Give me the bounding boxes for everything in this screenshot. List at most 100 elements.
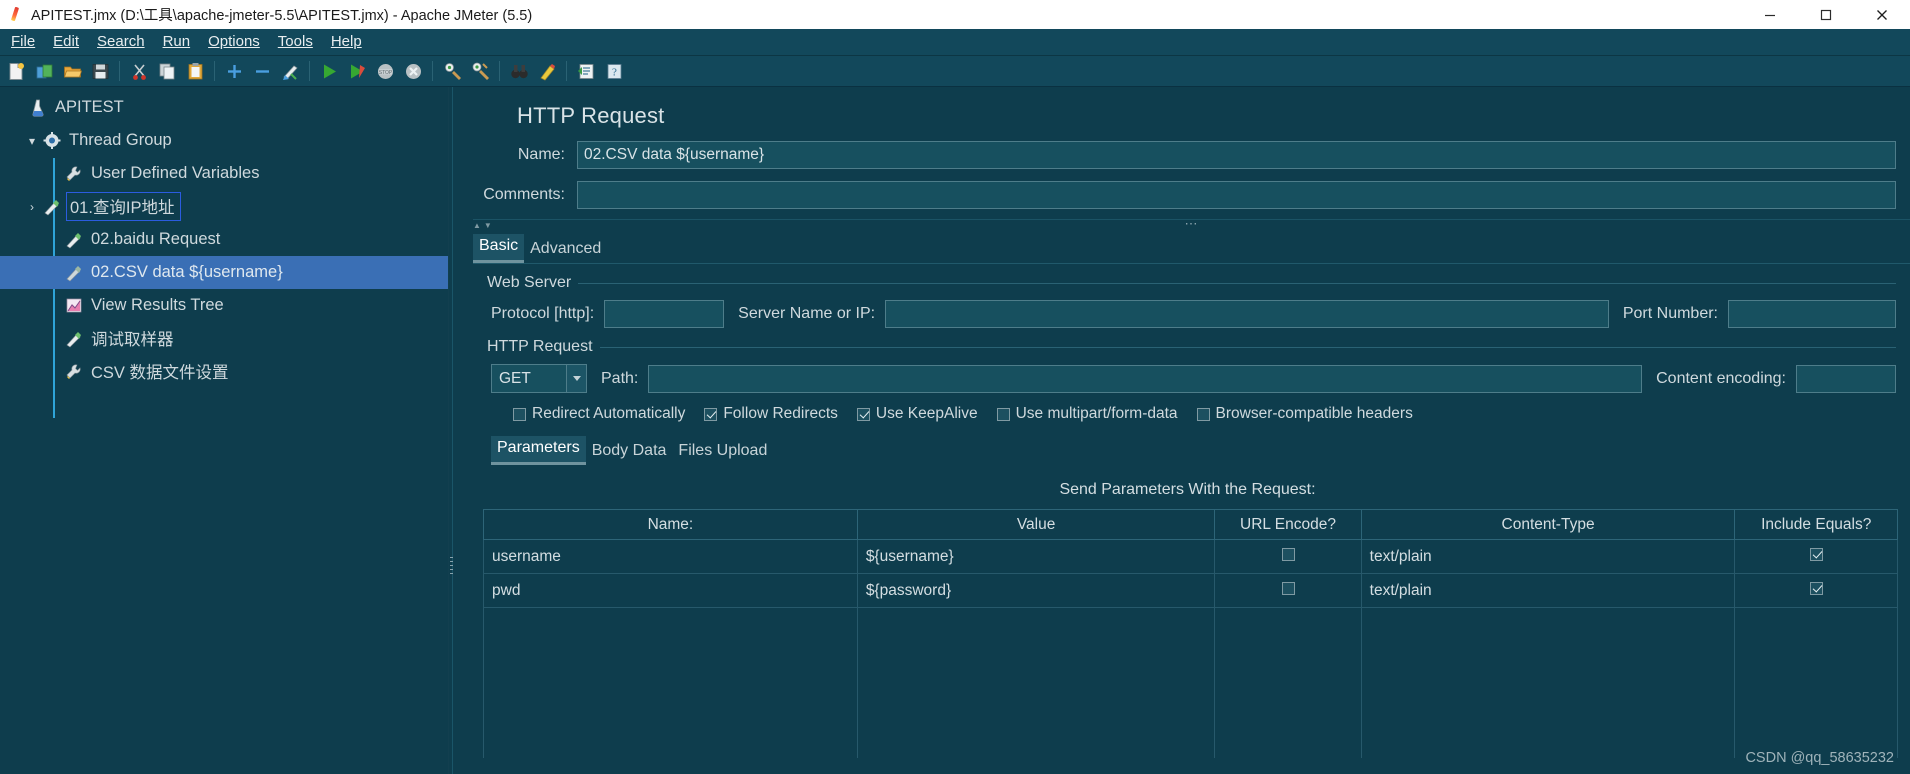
browser-compatible-headers-checkbox[interactable] (1196, 407, 1210, 421)
url-encode-checkbox[interactable] (1281, 581, 1295, 595)
follow-redirects-option[interactable]: Follow Redirects (704, 405, 838, 423)
content-encoding-input[interactable] (1796, 364, 1896, 393)
column-header-content-type[interactable]: Content-Type (1360, 509, 1736, 540)
table-row[interactable]: username ${username} text/plain (483, 539, 1898, 574)
chevron-down-icon[interactable]: ▼ (484, 221, 492, 230)
include-equals-checkbox[interactable] (1809, 547, 1823, 561)
panel-collapse-strip[interactable]: ▲ ▼ ⋯ (473, 216, 1910, 232)
cell-url-encode[interactable] (1214, 539, 1362, 574)
menu-item-search[interactable]: Search (88, 30, 154, 54)
table-row[interactable]: pwd ${password} text/plain (483, 573, 1898, 608)
tab-parameters[interactable]: Parameters (491, 436, 586, 465)
drag-dots-icon[interactable]: ⋯ (1185, 216, 1199, 232)
port-number-input[interactable] (1728, 300, 1896, 328)
cell-param-name[interactable]: username (483, 539, 858, 574)
use-multipart-option[interactable]: Use multipart/form-data (996, 405, 1178, 423)
tab-advanced[interactable]: Advanced (524, 237, 607, 263)
close-icon[interactable] (1854, 0, 1910, 29)
path-input[interactable] (648, 364, 1643, 393)
http-method-select[interactable]: GET (491, 364, 587, 393)
redirect-automatically-label: Redirect Automatically (532, 405, 686, 422)
cell-param-value[interactable]: ${password} (856, 573, 1216, 608)
clear-all-icon[interactable] (466, 58, 494, 85)
redirect-automatically-option[interactable]: Redirect Automatically (513, 405, 685, 423)
toggle-enable-icon[interactable] (276, 58, 304, 85)
menu-item-edit[interactable]: Edit (44, 30, 88, 54)
clear-icon[interactable] (438, 58, 466, 85)
use-keepalive-checkbox[interactable] (856, 407, 870, 421)
table-empty-area[interactable] (483, 607, 1898, 758)
help-icon[interactable]: ? (600, 58, 628, 85)
cell-content-type[interactable]: text/plain (1360, 573, 1736, 608)
name-input[interactable]: 02.CSV data ${username} (577, 141, 1896, 169)
cell-url-encode[interactable] (1214, 573, 1362, 608)
column-header-name[interactable]: Name: (483, 509, 858, 540)
follow-redirects-checkbox[interactable] (704, 407, 718, 421)
start-play-icon[interactable] (315, 58, 343, 85)
include-equals-checkbox[interactable] (1809, 581, 1823, 595)
chevron-down-icon[interactable] (566, 365, 586, 392)
parameters-table[interactable]: Name: Value URL Encode? Content-Type Inc… (483, 509, 1898, 758)
window-title-bar: APITEST.jmx (D:\工具\apache-jmeter-5.5\API… (0, 0, 1910, 29)
column-header-value[interactable]: Value (856, 509, 1216, 540)
tab-files-upload[interactable]: Files Upload (672, 439, 773, 465)
use-keepalive-option[interactable]: Use KeepAlive (856, 405, 978, 423)
protocol-input[interactable] (604, 300, 725, 328)
copy-icon[interactable] (153, 58, 181, 85)
tree-twisty-expanded[interactable]: ▾ (22, 134, 42, 148)
tab-body-data[interactable]: Body Data (586, 439, 673, 465)
shutdown-icon[interactable] (399, 58, 427, 85)
new-document-icon[interactable] (2, 58, 30, 85)
window-title: APITEST.jmx (D:\工具\apache-jmeter-5.5\API… (31, 8, 533, 24)
menu-item-options[interactable]: Options (199, 30, 269, 54)
menu-label-edit: Edit (53, 33, 80, 50)
tab-basic[interactable]: Basic (473, 234, 525, 263)
open-folder-icon[interactable] (58, 58, 86, 85)
cell-param-value[interactable]: ${username} (856, 539, 1216, 574)
tree-item-02-baidu-request[interactable]: 02.baidu Request (0, 223, 448, 256)
minimize-icon[interactable] (1742, 0, 1798, 29)
server-name-input[interactable] (885, 300, 1609, 328)
url-encode-checkbox[interactable] (1281, 547, 1295, 561)
tree-item-view-results-tree[interactable]: View Results Tree (0, 289, 448, 322)
tree-item-user-defined-variables[interactable]: User Defined Variables (0, 157, 448, 190)
tree-item-apitest[interactable]: APITEST (0, 91, 448, 124)
search-reset-icon[interactable] (533, 58, 561, 85)
tree-item-debug-sampler[interactable]: 调试取样器 (0, 322, 448, 355)
chevron-up-icon[interactable]: ▲ (473, 221, 481, 230)
cell-include-equals[interactable] (1734, 573, 1898, 608)
start-no-pauses-icon[interactable] (343, 58, 371, 85)
stop-icon[interactable]: STOP (371, 58, 399, 85)
cell-content-type[interactable]: text/plain (1360, 539, 1736, 574)
paste-clipboard-icon[interactable] (181, 58, 209, 85)
cell-include-equals[interactable] (1734, 539, 1898, 574)
toolbar-separator (566, 61, 567, 81)
tree-item-csv-data-set-config[interactable]: CSV 数据文件设置 (0, 355, 448, 388)
use-multipart-checkbox[interactable] (996, 407, 1010, 421)
menu-item-run[interactable]: Run (154, 30, 200, 54)
menu-item-file[interactable]: File (2, 30, 44, 54)
templates-icon[interactable] (30, 58, 58, 85)
menu-item-help[interactable]: Help (322, 30, 371, 54)
save-icon[interactable] (86, 58, 114, 85)
cell-param-name[interactable]: pwd (483, 573, 858, 608)
tree-item-01-query-ip[interactable]: › 01.查询IP地址 (0, 190, 448, 223)
browser-compatible-headers-option[interactable]: Browser-compatible headers (1196, 405, 1413, 423)
maximize-icon[interactable] (1798, 0, 1854, 29)
function-helper-icon[interactable] (572, 58, 600, 85)
tree-item-thread-group[interactable]: ▾ Thread Group (0, 124, 448, 157)
tree-twisty-collapsed[interactable]: › (22, 200, 42, 214)
search-binoculars-icon[interactable] (505, 58, 533, 85)
tree-item-02-csv-data[interactable]: 02.CSV data ${username} (0, 256, 448, 289)
column-header-url-encode[interactable]: URL Encode? (1214, 509, 1362, 540)
menu-item-tools[interactable]: Tools (269, 30, 322, 54)
expand-plus-icon[interactable] (220, 58, 248, 85)
collapse-minus-icon[interactable] (248, 58, 276, 85)
column-header-include-equals[interactable]: Include Equals? (1734, 509, 1898, 540)
tree-item-label: View Results Tree (91, 295, 224, 314)
cut-scissors-icon[interactable] (125, 58, 153, 85)
config-element-icon (64, 362, 86, 382)
redirect-automatically-checkbox[interactable] (513, 407, 526, 421)
comments-input[interactable] (577, 181, 1896, 209)
test-plan-tree[interactable]: APITEST ▾ Thread Group User Defined Vari… (0, 87, 448, 774)
